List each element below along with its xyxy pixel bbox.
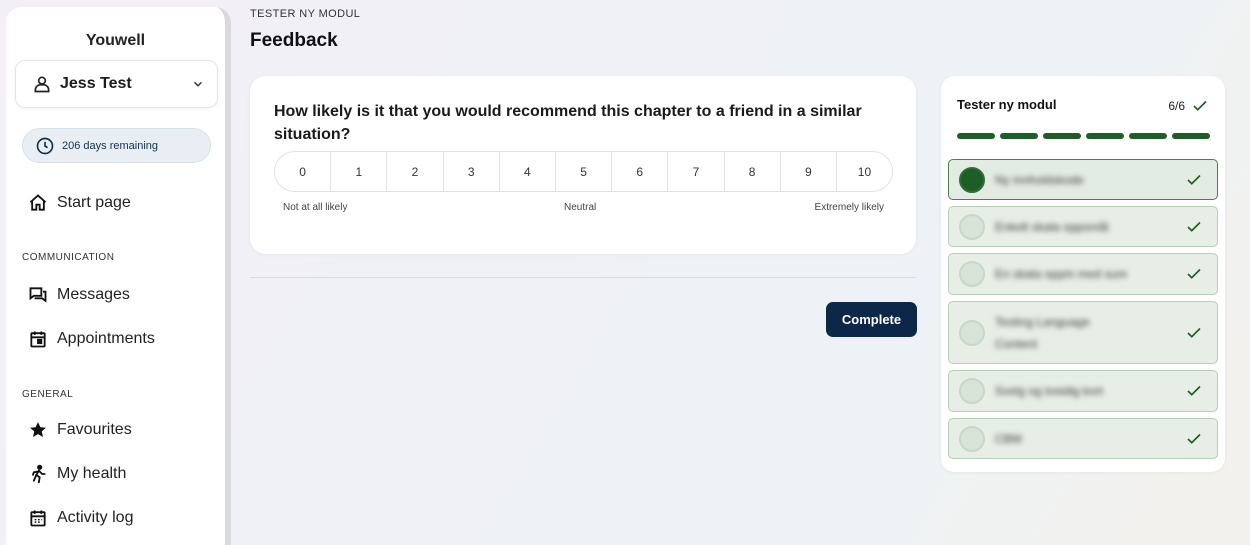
person-icon — [34, 76, 50, 93]
progress-segment — [1043, 133, 1081, 139]
chapter-label: Enkelt skala oppsmål — [995, 219, 1109, 234]
rating-option-4[interactable]: 4 — [500, 152, 556, 191]
question-card: How likely is it that you would recommen… — [250, 76, 916, 254]
rating-option-9[interactable]: 9 — [781, 152, 837, 191]
nav-label: Appointments — [57, 330, 155, 347]
star-icon — [30, 422, 46, 437]
nav-favourites[interactable]: Favourites — [28, 420, 132, 440]
check-icon — [1187, 174, 1201, 185]
rating-option-7[interactable]: 7 — [668, 152, 725, 191]
section-heading-general: GENERAL — [22, 389, 74, 400]
nav-messages[interactable]: Messages — [28, 285, 130, 305]
check-icon — [1187, 433, 1201, 444]
rating-scale: 0 1 2 3 4 5 6 7 8 9 10 — [274, 151, 893, 192]
nav-label: Messages — [57, 286, 130, 303]
days-remaining-text: 206 days remaining — [62, 139, 159, 152]
progress-segment — [1172, 133, 1210, 139]
rating-option-2[interactable]: 2 — [387, 152, 444, 191]
nav-label: My health — [57, 465, 127, 482]
page-title: Feedback — [250, 30, 338, 51]
check-icon — [1187, 385, 1201, 396]
chapter-status-dot — [959, 166, 985, 193]
check-icon — [1187, 221, 1201, 232]
module-progress-card: Tester ny modul 6/6 Ny innholdskode Enke… — [941, 76, 1225, 472]
chapter-status-dot — [959, 425, 985, 452]
chapter-status-dot — [959, 319, 985, 346]
rating-option-3[interactable]: 3 — [444, 152, 500, 191]
brand-name: Youwell — [85, 32, 146, 49]
user-menu-button[interactable]: Jess Test — [15, 60, 218, 108]
chapter-item[interactable]: Ny innholdskode — [948, 159, 1218, 200]
chapter-item[interactable]: Enkelt skala oppsmål — [948, 206, 1218, 247]
user-name: Jess Test — [60, 75, 132, 92]
clock-icon — [36, 137, 54, 154]
home-icon — [29, 194, 47, 211]
rating-option-10[interactable]: 10 — [837, 152, 892, 191]
nav-activity-log[interactable]: Activity log — [28, 508, 133, 528]
nav-my-health[interactable]: My health — [28, 464, 126, 484]
scale-label-low: Not at all likely — [283, 202, 348, 213]
breadcrumb: TESTER NY MODUL — [250, 8, 361, 20]
days-remaining-badge: 206 days remaining — [22, 128, 211, 163]
progress-count-text: 6/6 — [1168, 99, 1185, 113]
rating-option-1[interactable]: 1 — [331, 152, 388, 191]
chapter-item[interactable]: Svelg og tosidig kort — [948, 370, 1218, 412]
chapter-item[interactable]: CBM — [948, 418, 1218, 459]
sidebar: Youwell Jess Test 206 days remaining Sta… — [6, 7, 231, 545]
progress-segment — [1129, 133, 1167, 139]
chapter-item[interactable]: Testing Language Content — [948, 301, 1218, 364]
running-person-icon — [32, 464, 46, 484]
chevron-down-icon — [194, 81, 202, 87]
scale-label-high: Extremely likely — [814, 202, 884, 213]
rating-option-0[interactable]: 0 — [275, 152, 332, 191]
chapter-label: Testing Language Content — [995, 314, 1090, 351]
nav-label: Favourites — [57, 421, 132, 438]
rating-option-6[interactable]: 6 — [612, 152, 669, 191]
progress-count: 6/6 — [1168, 97, 1209, 115]
chapter-item[interactable]: En skala oppm med sum — [948, 253, 1218, 295]
nav-label: Start page — [57, 194, 131, 211]
calendar-grid-icon — [30, 510, 46, 527]
nav-appointments[interactable]: Appointments — [28, 329, 155, 349]
scale-label-neutral: Neutral — [564, 202, 597, 213]
calendar-icon — [30, 331, 46, 348]
chapter-status-dot — [959, 378, 985, 404]
chapter-label: En skala oppm med sum — [995, 267, 1128, 281]
nav-start-page[interactable]: Start page — [28, 193, 131, 213]
rating-option-5[interactable]: 5 — [556, 152, 613, 191]
chapter-status-dot — [959, 261, 985, 287]
chapter-status-dot — [959, 213, 985, 240]
check-icon — [1187, 327, 1201, 338]
section-heading-communication: COMMUNICATION — [22, 252, 115, 263]
progress-segment — [1086, 133, 1124, 139]
nav-label: Activity log — [57, 509, 134, 526]
messages-icon — [29, 287, 47, 303]
progress-segment — [1000, 133, 1038, 139]
rating-option-8[interactable]: 8 — [725, 152, 781, 191]
divider — [250, 277, 916, 278]
chapter-label: CBM — [995, 431, 1022, 446]
check-icon — [1193, 100, 1207, 111]
check-icon — [1187, 268, 1201, 279]
progress-segment — [957, 133, 995, 139]
complete-button[interactable]: Complete — [826, 302, 917, 337]
module-title: Tester ny modul — [957, 97, 1057, 112]
chapter-label: Ny innholdskode — [995, 172, 1084, 187]
chapter-label: Svelg og tosidig kort — [995, 384, 1104, 398]
question-text: How likely is it that you would recommen… — [274, 103, 862, 143]
progress-segments — [957, 133, 1210, 139]
